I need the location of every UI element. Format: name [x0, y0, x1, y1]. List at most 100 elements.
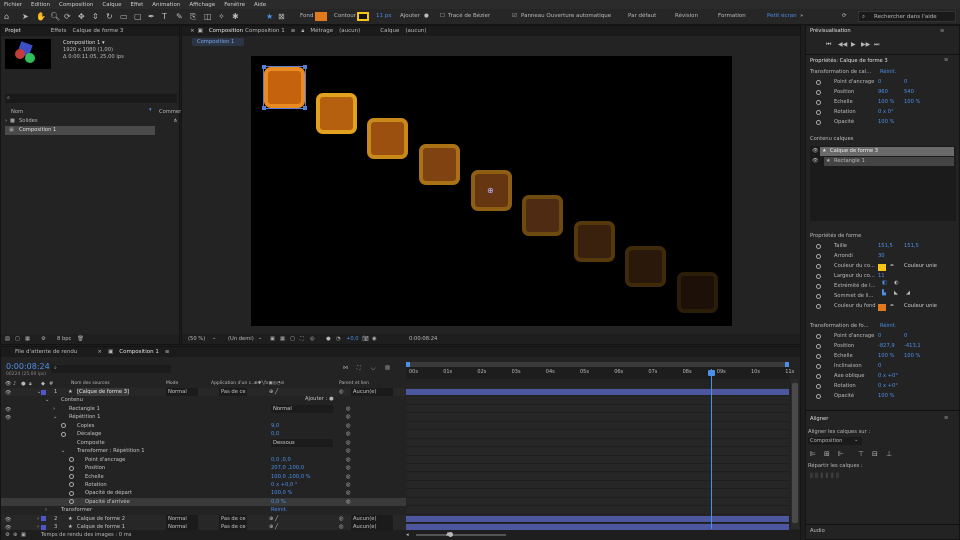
bpc-label[interactable]: 8 bpc: [57, 336, 71, 342]
play-icon[interactable]: ▶: [851, 41, 856, 48]
project-item-solides[interactable]: › ■ Solides ⋔: [3, 118, 179, 126]
playhead-line[interactable]: [711, 369, 712, 529]
stopwatch-icon[interactable]: [816, 90, 821, 95]
track-row[interactable]: [406, 447, 789, 456]
first-frame-icon[interactable]: ⏮: [826, 41, 831, 49]
cap-butt-icon[interactable]: ◧: [882, 280, 887, 286]
content-item-rectangle[interactable]: ★ Rectangle 1: [824, 157, 954, 166]
selection-bbox[interactable]: [262, 65, 307, 110]
viewer-timecode[interactable]: 0:00:08:24: [409, 336, 437, 342]
track-row[interactable]: [406, 430, 789, 439]
stopwatch-icon[interactable]: [816, 110, 821, 115]
stopwatch-icon[interactable]: [816, 394, 821, 399]
distribute-icons[interactable]: ⫴ ⫴ ⫴ ⫴ ⫴ ⫴: [810, 472, 839, 481]
selection-tool-icon[interactable]: ➤: [22, 12, 29, 22]
track-row[interactable]: [406, 413, 789, 422]
tab-metrage[interactable]: Métrage: [310, 28, 333, 34]
transparency-grid-icon[interactable]: ▦: [280, 336, 285, 342]
track-row[interactable]: [406, 464, 789, 473]
panel-checkbox[interactable]: ☑: [512, 13, 517, 19]
eraser-tool-icon[interactable]: ◫: [204, 12, 212, 22]
playhead-handle[interactable]: [708, 370, 715, 376]
track-row[interactable]: [406, 489, 789, 498]
menu-item-8[interactable]: Aide: [254, 2, 266, 8]
prop-value[interactable]: 0 x +0°: [878, 373, 898, 379]
join-round-icon[interactable]: ◣: [894, 290, 898, 296]
track-row[interactable]: [406, 514, 789, 524]
new-comp-icon[interactable]: ▦: [25, 336, 30, 342]
zoom-chevron-icon[interactable]: ⌄: [212, 335, 216, 341]
eyedropper-icon[interactable]: ✒: [890, 303, 894, 309]
track-row[interactable]: [406, 438, 789, 448]
zoom-in-icon[interactable]: ▲: [446, 531, 450, 537]
add-menu[interactable]: Ajouter: [400, 13, 420, 19]
prop-value[interactable]: 100 %: [878, 353, 894, 359]
panel-menu-icon[interactable]: ≡: [940, 28, 944, 34]
prop-value[interactable]: 0 x +0°: [878, 383, 898, 389]
track-row[interactable]: [406, 480, 789, 490]
interpret-icon[interactable]: ▤: [5, 336, 10, 342]
prop-value[interactable]: 30: [878, 253, 885, 259]
prop-value-2[interactable]: 100 %: [904, 99, 920, 105]
stopwatch-icon[interactable]: [816, 354, 821, 359]
exposure-reset-icon[interactable]: ◔: [336, 336, 341, 342]
zoom-out-icon[interactable]: ◂: [406, 532, 409, 538]
project-search-field[interactable]: ⌕: [5, 94, 177, 103]
workspace-more-icon[interactable]: »: [800, 13, 803, 19]
prop-value[interactable]: Couleur unie: [904, 303, 937, 309]
stopwatch-icon[interactable]: [816, 384, 821, 389]
tab-composition-name[interactable]: Composition 1: [245, 28, 285, 34]
track-row[interactable]: [406, 421, 789, 431]
workspace-default[interactable]: Par défaut: [628, 13, 656, 19]
menu-item-0[interactable]: Fichier: [4, 2, 22, 8]
prop-value[interactable]: 100 %: [878, 119, 894, 125]
align-left-icon[interactable]: ⊫: [810, 450, 816, 458]
stopwatch-icon[interactable]: [816, 344, 821, 349]
handle-icon[interactable]: [262, 65, 266, 69]
prop-value-2[interactable]: -413,1: [904, 343, 921, 349]
prop-value[interactable]: 0: [878, 333, 881, 339]
eye-icon[interactable]: 👁︎: [812, 148, 819, 154]
toggle-modes-icon[interactable]: ⊕: [13, 532, 17, 538]
handle-icon[interactable]: [303, 106, 307, 110]
stopwatch-icon[interactable]: [816, 364, 821, 369]
prop-value[interactable]: 100 %: [878, 393, 894, 399]
stroke-width[interactable]: 11 px: [376, 13, 392, 19]
align-menu-icon[interactable]: ≡: [944, 415, 948, 421]
clone-tool-icon[interactable]: ⎘: [190, 12, 196, 22]
stopwatch-icon[interactable]: [816, 274, 821, 279]
track-row[interactable]: [406, 506, 789, 515]
stroke-swatch[interactable]: [357, 12, 369, 21]
prop-value[interactable]: 151,5: [878, 243, 893, 249]
stopwatch-icon[interactable]: [816, 120, 821, 125]
folder-expand-icon[interactable]: ›: [5, 118, 7, 124]
dolly-tool-icon[interactable]: ⇕: [92, 12, 99, 22]
last-frame-icon[interactable]: ⏭: [874, 41, 879, 49]
track-row[interactable]: [406, 396, 789, 405]
prop-value[interactable]: 0: [878, 79, 881, 85]
zoom-slider[interactable]: [416, 532, 506, 537]
add-icon[interactable]: ●: [424, 13, 429, 19]
stopwatch-icon[interactable]: [816, 374, 821, 379]
help-search-field[interactable]: ⌕ Rechercher dans l'aide: [858, 11, 956, 22]
menu-item-4[interactable]: Effet: [130, 2, 143, 8]
tab-calque[interactable]: Calque: [380, 28, 399, 34]
align-vcenter-icon[interactable]: ⊟: [872, 450, 878, 458]
pan-tool-icon[interactable]: ✥: [78, 12, 85, 22]
content-item-layer[interactable]: ★ Calque de forme 3: [820, 147, 954, 156]
join-miter-icon[interactable]: ▙: [882, 290, 886, 296]
track-row[interactable]: [406, 472, 789, 481]
snapshot-icon[interactable]: 📷︎: [362, 336, 369, 342]
prop-value[interactable]: 0: [878, 363, 881, 369]
project-item-composition[interactable]: ▣ Composition 1: [5, 126, 155, 135]
fill-swatch[interactable]: [315, 12, 327, 21]
cap-round-icon[interactable]: ◐: [894, 280, 899, 286]
next-frame-icon[interactable]: ▶▶: [861, 41, 870, 48]
home-icon[interactable]: ⌂: [4, 12, 9, 22]
menu-item-2[interactable]: Composition: [59, 2, 93, 8]
prop-value[interactable]: 11: [878, 273, 885, 279]
puppet-tool-icon[interactable]: ✱: [232, 12, 239, 22]
star-icon[interactable]: ★: [266, 12, 273, 22]
timeline-scrollbar[interactable]: [791, 379, 799, 529]
prop-value-2[interactable]: 0: [904, 333, 907, 339]
